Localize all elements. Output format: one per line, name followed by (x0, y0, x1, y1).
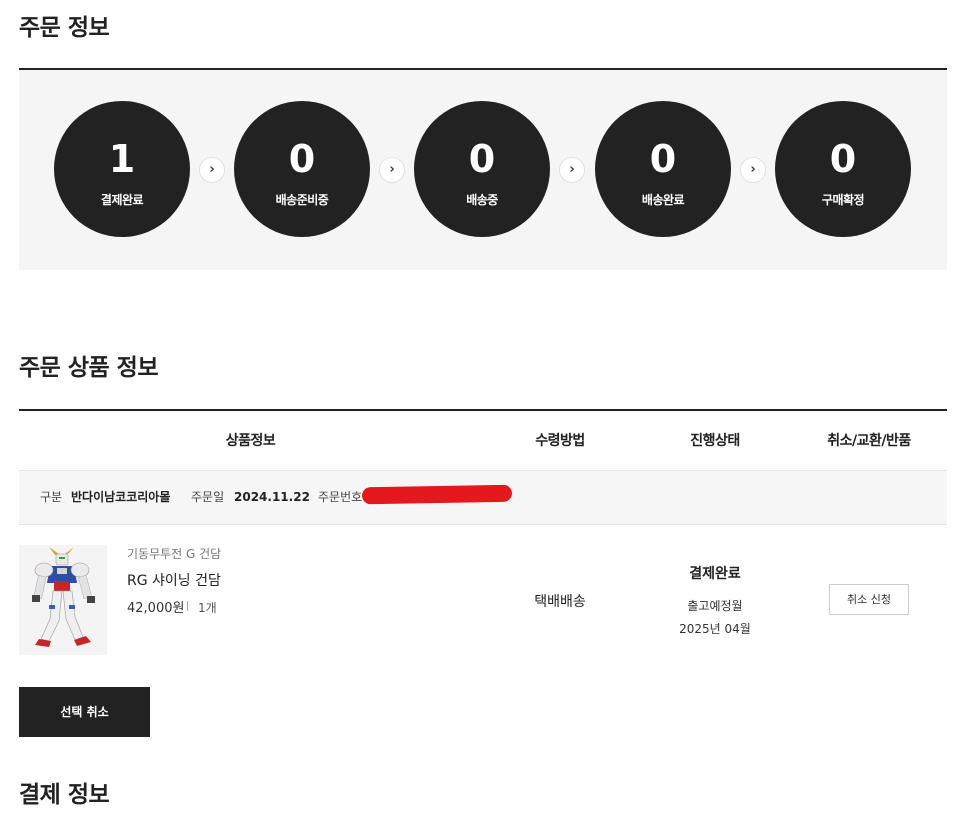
status-payment-complete[interactable]: 1 결제완료 (54, 101, 190, 237)
chevron-right-icon: › (559, 157, 585, 183)
status-label: 결제완료 (100, 193, 144, 207)
order-status: 결제완료 (689, 566, 741, 582)
column-header-status: 진행상태 (690, 433, 740, 449)
chevron-right-icon: › (379, 157, 405, 183)
status-shipping[interactable]: 0 배송중 (414, 101, 550, 237)
product-price: 42,000원 (127, 601, 185, 616)
order-info-title: 주문 정보 (19, 15, 110, 41)
product-quantity: 1개 (198, 601, 217, 615)
product-name[interactable]: RG 샤이닝 건담 (127, 570, 221, 590)
status-count: 1 (108, 137, 136, 181)
status-count: 0 (288, 137, 316, 181)
column-header-delivery: 수령방법 (535, 433, 585, 449)
ship-month-value: 2025년 04월 (679, 622, 751, 636)
select-cancel-button[interactable]: 선택 취소 (19, 687, 150, 737)
column-header-product: 상품정보 (225, 433, 276, 449)
cancel-request-button[interactable]: 취소 신청 (829, 584, 909, 615)
product-brand: 기동무투전 G 건담 (127, 547, 222, 561)
order-date-value: 2024.11.22 (234, 490, 310, 504)
status-label: 배송준비중 (275, 193, 329, 207)
status-count: 0 (468, 137, 496, 181)
divider (187, 601, 188, 611)
type-label: 구분 (40, 490, 63, 504)
order-number-label: 주문번호 (318, 490, 363, 504)
column-header-cancel: 취소/교환/반품 (827, 433, 911, 449)
status-preparing[interactable]: 0 배송준비중 (234, 101, 370, 237)
order-items-title: 주문 상품 정보 (19, 355, 158, 381)
chevron-right-icon: › (740, 157, 766, 183)
status-label: 배송중 (466, 193, 498, 207)
delivery-method: 택배배송 (534, 594, 586, 610)
gundam-figure-image (19, 545, 107, 655)
status-count: 0 (829, 137, 857, 181)
ship-month-label: 출고예정월 (687, 599, 743, 613)
order-date-label: 주문일 (191, 490, 225, 504)
chevron-right-icon: › (199, 157, 225, 183)
product-thumbnail[interactable] (19, 545, 107, 655)
status-delivered[interactable]: 0 배송완료 (595, 101, 731, 237)
status-count: 0 (649, 137, 677, 181)
status-label: 배송완료 (641, 193, 685, 207)
redaction-mark (361, 484, 513, 505)
status-label: 구매확정 (821, 193, 865, 207)
payment-info-title: 결제 정보 (19, 782, 110, 808)
type-value: 반다이남코코리아몰 (71, 490, 171, 504)
status-purchase-confirmed[interactable]: 0 구매확정 (775, 101, 911, 237)
table-header: 상품정보 수령방법 진행상태 취소/교환/반품 (19, 409, 947, 471)
